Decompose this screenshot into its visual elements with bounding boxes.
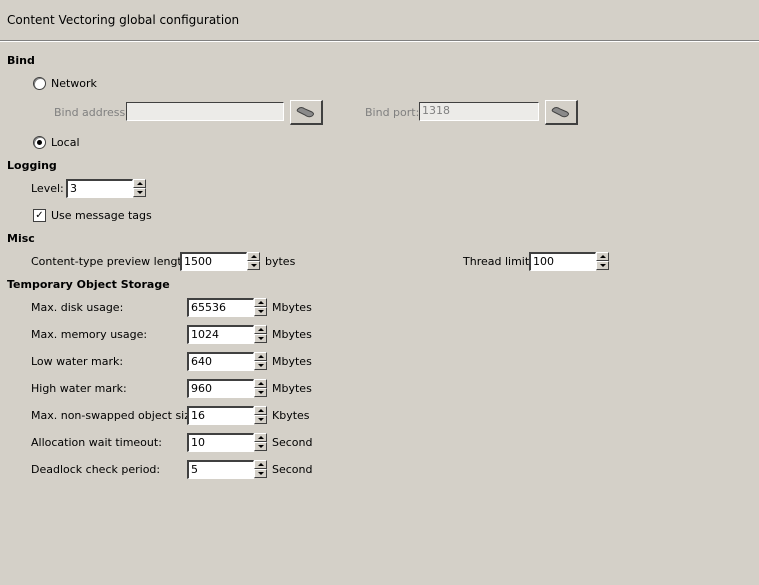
spin-down-button[interactable] (254, 361, 267, 370)
max-disk-usage-label: Max. disk usage: (31, 301, 124, 314)
spin-up-button[interactable] (254, 379, 267, 388)
allocation-wait-timeout-label: Allocation wait timeout: (31, 436, 162, 449)
allocation-wait-timeout-spinner[interactable] (254, 433, 267, 452)
spin-down-button[interactable] (254, 307, 267, 316)
spin-down-button[interactable] (254, 469, 267, 478)
network-radio[interactable] (33, 77, 46, 90)
logging-heading: Logging (7, 159, 57, 172)
max-memory-usage-spinner[interactable] (254, 325, 267, 344)
max-memory-usage-label: Max. memory usage: (31, 328, 148, 341)
spin-up-button[interactable] (254, 298, 267, 307)
spin-down-button[interactable] (254, 442, 267, 451)
thread-limit-input[interactable]: 100 (529, 252, 596, 271)
bind-port-input[interactable]: 1318 (419, 102, 539, 121)
bind-port-label: Bind port: (365, 106, 420, 119)
preview-length-input[interactable]: 1500 (180, 252, 247, 271)
preview-length-unit: bytes (265, 255, 296, 268)
max-non-swapped-object-size-label: Max. non-swapped object size: (31, 409, 201, 422)
preview-length-spinner[interactable] (247, 252, 260, 271)
low-water-mark-label: Low water mark: (31, 355, 124, 368)
max-disk-usage-input[interactable]: 65536 (187, 298, 254, 317)
high-water-mark-spinner[interactable] (254, 379, 267, 398)
spin-up-button[interactable] (247, 252, 260, 261)
bind-heading: Bind (7, 54, 35, 67)
spin-up-button[interactable] (254, 352, 267, 361)
deadlock-check-period-spinner[interactable] (254, 460, 267, 479)
misc-heading: Misc (7, 232, 35, 245)
max-disk-usage-unit: Mbytes (272, 301, 312, 314)
high-water-mark-label: High water mark: (31, 382, 127, 395)
level-label: Level: (31, 182, 64, 195)
spin-up-button[interactable] (133, 179, 146, 188)
spin-down-button[interactable] (133, 188, 146, 197)
deadlock-check-period-input[interactable]: 5 (187, 460, 254, 479)
spin-up-button[interactable] (596, 252, 609, 261)
spin-down-button[interactable] (254, 334, 267, 343)
deadlock-check-period-unit: Second (272, 463, 313, 476)
max-disk-usage-spinner[interactable] (254, 298, 267, 317)
spin-down-button[interactable] (247, 261, 260, 270)
bind-address-browse-button[interactable] (290, 100, 323, 125)
spin-up-button[interactable] (254, 406, 267, 415)
page-title: Content Vectoring global configuration (7, 13, 240, 27)
low-water-mark-unit: Mbytes (272, 355, 312, 368)
thread-limit-label: Thread limit: (463, 255, 533, 268)
spin-up-button[interactable] (254, 325, 267, 334)
thread-limit-spinner[interactable] (596, 252, 609, 271)
preview-length-label: Content-type preview length: (31, 255, 193, 268)
local-label[interactable]: Local (51, 136, 80, 149)
network-plug-icon (551, 107, 569, 118)
level-spinner[interactable] (133, 179, 146, 198)
low-water-mark-spinner[interactable] (254, 352, 267, 371)
high-water-mark-unit: Mbytes (272, 382, 312, 395)
network-label[interactable]: Network (51, 77, 97, 90)
spin-down-button[interactable] (254, 388, 267, 397)
bind-port-browse-button[interactable] (545, 100, 578, 125)
max-non-swapped-object-size-spinner[interactable] (254, 406, 267, 425)
spin-up-button[interactable] (254, 433, 267, 442)
low-water-mark-input[interactable]: 640 (187, 352, 254, 371)
spin-down-button[interactable] (254, 415, 267, 424)
use-message-tags-checkbox[interactable]: ✓ (33, 209, 46, 222)
spin-down-button[interactable] (596, 261, 609, 270)
local-radio[interactable] (33, 136, 46, 149)
network-plug-icon (296, 107, 314, 118)
use-message-tags-label[interactable]: Use message tags (51, 209, 152, 222)
deadlock-check-period-label: Deadlock check period: (31, 463, 161, 476)
max-memory-usage-unit: Mbytes (272, 328, 312, 341)
storage-heading: Temporary Object Storage (7, 278, 170, 291)
title-divider (0, 40, 759, 42)
bind-address-label: Bind address: (54, 106, 129, 119)
max-non-swapped-object-size-input[interactable]: 16 (187, 406, 254, 425)
max-memory-usage-input[interactable]: 1024 (187, 325, 254, 344)
high-water-mark-input[interactable]: 960 (187, 379, 254, 398)
bind-address-input[interactable] (126, 102, 284, 121)
max-non-swapped-object-size-unit: Kbytes (272, 409, 310, 422)
spin-up-button[interactable] (254, 460, 267, 469)
allocation-wait-timeout-input[interactable]: 10 (187, 433, 254, 452)
level-input[interactable]: 3 (66, 179, 133, 198)
allocation-wait-timeout-unit: Second (272, 436, 313, 449)
